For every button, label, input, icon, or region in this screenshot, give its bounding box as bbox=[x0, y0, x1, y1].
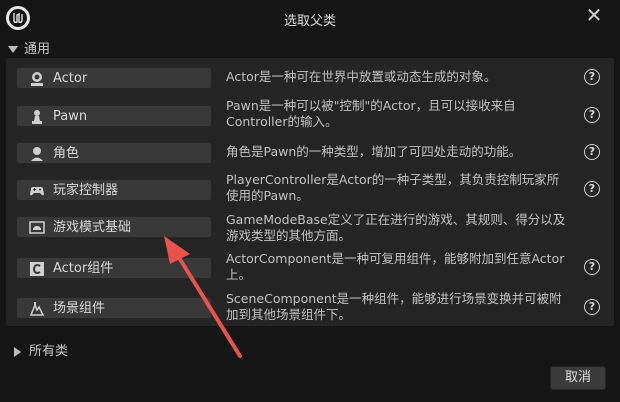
help-icon[interactable]: ? bbox=[584, 259, 600, 275]
cancel-button[interactable]: 取消 bbox=[550, 366, 606, 390]
class-description: Pawn是一种可以被"控制"的Actor，且可以接收来自Controller的输… bbox=[226, 98, 516, 129]
class-label: 游戏模式基础 bbox=[53, 220, 132, 235]
class-row-player-controller: 玩家控制器 PlayerController是Actor的一种子类型，其负责控制… bbox=[6, 172, 614, 208]
class-description: SceneComponent是一种组件，能够进行场景变换并可被附加到其他场景组件… bbox=[226, 291, 562, 322]
class-description: Actor是一种可在世界中放置或动态生成的对象。 bbox=[226, 69, 497, 84]
class-label: 玩家控制器 bbox=[53, 183, 119, 198]
help-icon[interactable]: ? bbox=[584, 181, 600, 197]
close-button[interactable]: ✕ bbox=[582, 4, 606, 28]
chevron-down-icon bbox=[8, 46, 18, 53]
game-mode-icon bbox=[29, 220, 45, 236]
class-button-game-mode[interactable]: 游戏模式基础 bbox=[16, 216, 212, 238]
actor-component-icon bbox=[29, 261, 45, 277]
help-icon[interactable]: ? bbox=[584, 299, 600, 315]
class-button-pawn[interactable]: Pawn bbox=[16, 105, 212, 127]
class-label: Actor组件 bbox=[53, 261, 114, 276]
help-icon[interactable]: ? bbox=[584, 107, 600, 123]
class-row-actor: Actor Actor是一种可在世界中放置或动态生成的对象。 ? bbox=[6, 66, 614, 90]
class-row-scene-component: 场景组件 SceneComponent是一种组件，能够进行场景变换并可被附加到其… bbox=[6, 291, 614, 327]
class-button-actor-component[interactable]: Actor组件 bbox=[16, 257, 212, 279]
common-classes-panel: Actor Actor是一种可在世界中放置或动态生成的对象。 ? Pawn Pa… bbox=[6, 58, 614, 326]
dialog-title: 选取父类 bbox=[283, 14, 336, 29]
class-label: Actor bbox=[53, 71, 88, 86]
class-button-player-controller[interactable]: 玩家控制器 bbox=[16, 179, 212, 201]
class-description: 角色是Pawn的一种类型，增加了可四处走动的功能。 bbox=[226, 144, 522, 159]
class-button-scene-component[interactable]: 场景组件 bbox=[16, 297, 212, 319]
section-all-label: 所有类 bbox=[29, 344, 69, 359]
help-icon[interactable]: ? bbox=[584, 144, 600, 160]
pawn-icon bbox=[29, 109, 45, 125]
class-label: 角色 bbox=[53, 146, 80, 161]
class-row-actor-component: Actor组件 ActorComponent是一种可复用组件，能够附加到任意Ac… bbox=[6, 251, 614, 287]
chevron-right-icon bbox=[14, 346, 21, 357]
class-description: ActorComponent是一种可复用组件，能够附加到任意Actor上。 bbox=[226, 251, 565, 282]
class-description: PlayerController是Actor的一种子类型，其负责控制玩家所使用的… bbox=[226, 172, 560, 203]
class-button-actor[interactable]: Actor bbox=[16, 67, 212, 89]
gamepad-icon bbox=[29, 183, 45, 199]
class-description: GameModeBase定义了正在进行的游戏、其规则、得分以及游戏类型的其他方面… bbox=[226, 212, 566, 243]
class-button-character[interactable]: 角色 bbox=[16, 142, 212, 164]
help-icon[interactable]: ? bbox=[584, 69, 600, 85]
class-label: 场景组件 bbox=[53, 301, 106, 316]
class-label: Pawn bbox=[53, 109, 88, 124]
section-header-all-classes[interactable]: 所有类 bbox=[14, 340, 68, 359]
section-common-label: 通用 bbox=[24, 42, 51, 57]
class-row-character: 角色 角色是Pawn的一种类型，增加了可四处走动的功能。 ? bbox=[6, 141, 614, 165]
character-icon bbox=[29, 146, 45, 162]
actor-icon bbox=[29, 71, 45, 87]
class-row-game-mode: 游戏模式基础 GameModeBase定义了正在进行的游戏、其规则、得分以及游戏… bbox=[6, 212, 614, 248]
title-bar: 选取父类 ✕ bbox=[0, 0, 620, 36]
scene-component-icon bbox=[29, 301, 45, 317]
class-row-pawn: Pawn Pawn是一种可以被"控制"的Actor，且可以接收来自Control… bbox=[6, 98, 614, 134]
section-header-common[interactable]: 通用 bbox=[8, 38, 50, 58]
